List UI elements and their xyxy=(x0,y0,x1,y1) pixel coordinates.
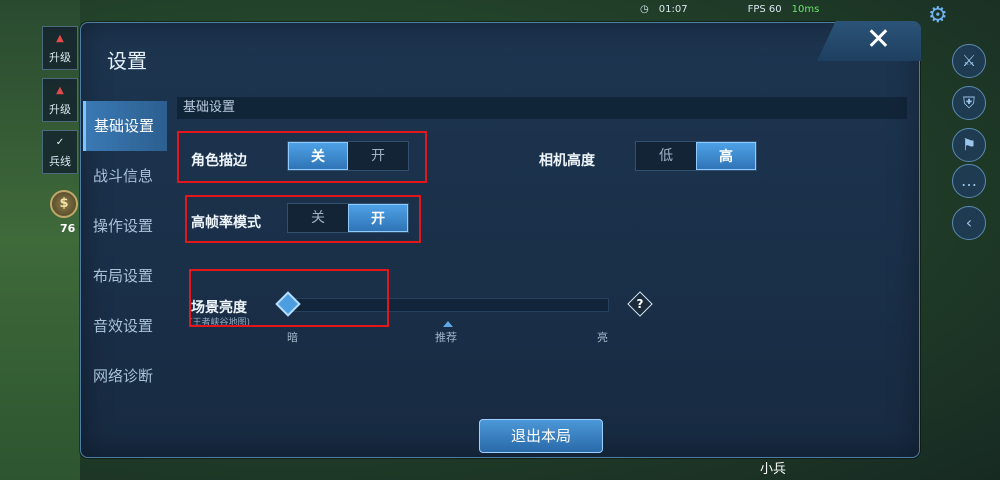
sidebar-item-controls[interactable]: 操作设置 xyxy=(83,201,167,251)
game-scene-left xyxy=(0,0,80,480)
up-arrow-icon: ▲ xyxy=(56,85,64,96)
panel-title: 设置 xyxy=(107,49,147,73)
up-arrow-icon: ▲ xyxy=(56,33,64,44)
brightness-tick-recommended: 推荐 xyxy=(435,331,457,344)
close-tab[interactable]: ✕ xyxy=(817,21,921,61)
ping-readout: 10ms xyxy=(791,3,820,15)
exit-match-button[interactable]: 退出本局 xyxy=(479,419,603,453)
highlight-box-brightness xyxy=(189,269,389,327)
brightness-tick-dark: 暗 xyxy=(287,331,298,344)
minion-label: 小兵 xyxy=(760,462,787,477)
clock-icon: ◷ xyxy=(640,3,649,15)
minion-lane-button[interactable]: ✓ 兵线 xyxy=(42,130,78,174)
chat-icon[interactable]: … xyxy=(952,164,986,198)
settings-content: 基础设置 角色描边 关 开 相机高度 低 高 高帧率模式 关 开 场景亮度 (王… xyxy=(177,97,907,447)
sidebar-item-network[interactable]: 网络诊断 xyxy=(83,351,167,401)
sidebar-item-layout[interactable]: 布局设置 xyxy=(83,251,167,301)
fps-readout: FPS 60 xyxy=(747,3,782,15)
flag-icon[interactable]: ⚑ xyxy=(952,128,986,162)
highlight-box-outline xyxy=(177,131,427,183)
gold-coin-icon[interactable]: $ xyxy=(50,190,78,218)
camera-height-toggle[interactable]: 低 高 xyxy=(635,141,757,171)
sidebar-item-basic[interactable]: 基础设置 xyxy=(83,101,167,151)
camera-high-option[interactable]: 高 xyxy=(696,142,756,170)
collapse-arrow-icon[interactable]: ‹ xyxy=(952,206,986,240)
right-hud-icons: ⚔ ⛨ ⚑ … ‹ xyxy=(930,0,1000,480)
camera-low-option[interactable]: 低 xyxy=(636,142,696,170)
sword-icon[interactable]: ⚔ xyxy=(952,44,986,78)
brightness-tick-bright: 亮 xyxy=(597,331,608,344)
recommended-marker-icon xyxy=(443,321,453,327)
section-header: 基础设置 xyxy=(177,97,907,119)
game-clock: 01:07 xyxy=(658,3,688,15)
sidebar-item-battle-info[interactable]: 战斗信息 xyxy=(83,151,167,201)
check-icon: ✓ xyxy=(55,137,65,148)
settings-panel: 设置 ✕ 基础设置 战斗信息 操作设置 布局设置 音效设置 网络诊断 基础设置 … xyxy=(80,21,921,458)
camera-height-label: 相机高度 xyxy=(539,153,595,169)
highlight-box-high-fps xyxy=(185,195,421,243)
sidebar-item-audio[interactable]: 音效设置 xyxy=(83,301,167,351)
gold-count: 76 xyxy=(60,222,76,235)
upgrade-button-1[interactable]: ▲ 升级 xyxy=(42,26,78,70)
close-icon[interactable]: ✕ xyxy=(866,25,891,55)
help-icon[interactable]: ? xyxy=(627,291,653,317)
upgrade-button-2[interactable]: ▲ 升级 xyxy=(42,78,78,122)
shield-icon[interactable]: ⛨ xyxy=(952,86,986,120)
status-bar: ◷ 01:07 FPS 60 10ms xyxy=(640,0,930,18)
settings-sidebar: 基础设置 战斗信息 操作设置 布局设置 音效设置 网络诊断 xyxy=(83,101,167,401)
